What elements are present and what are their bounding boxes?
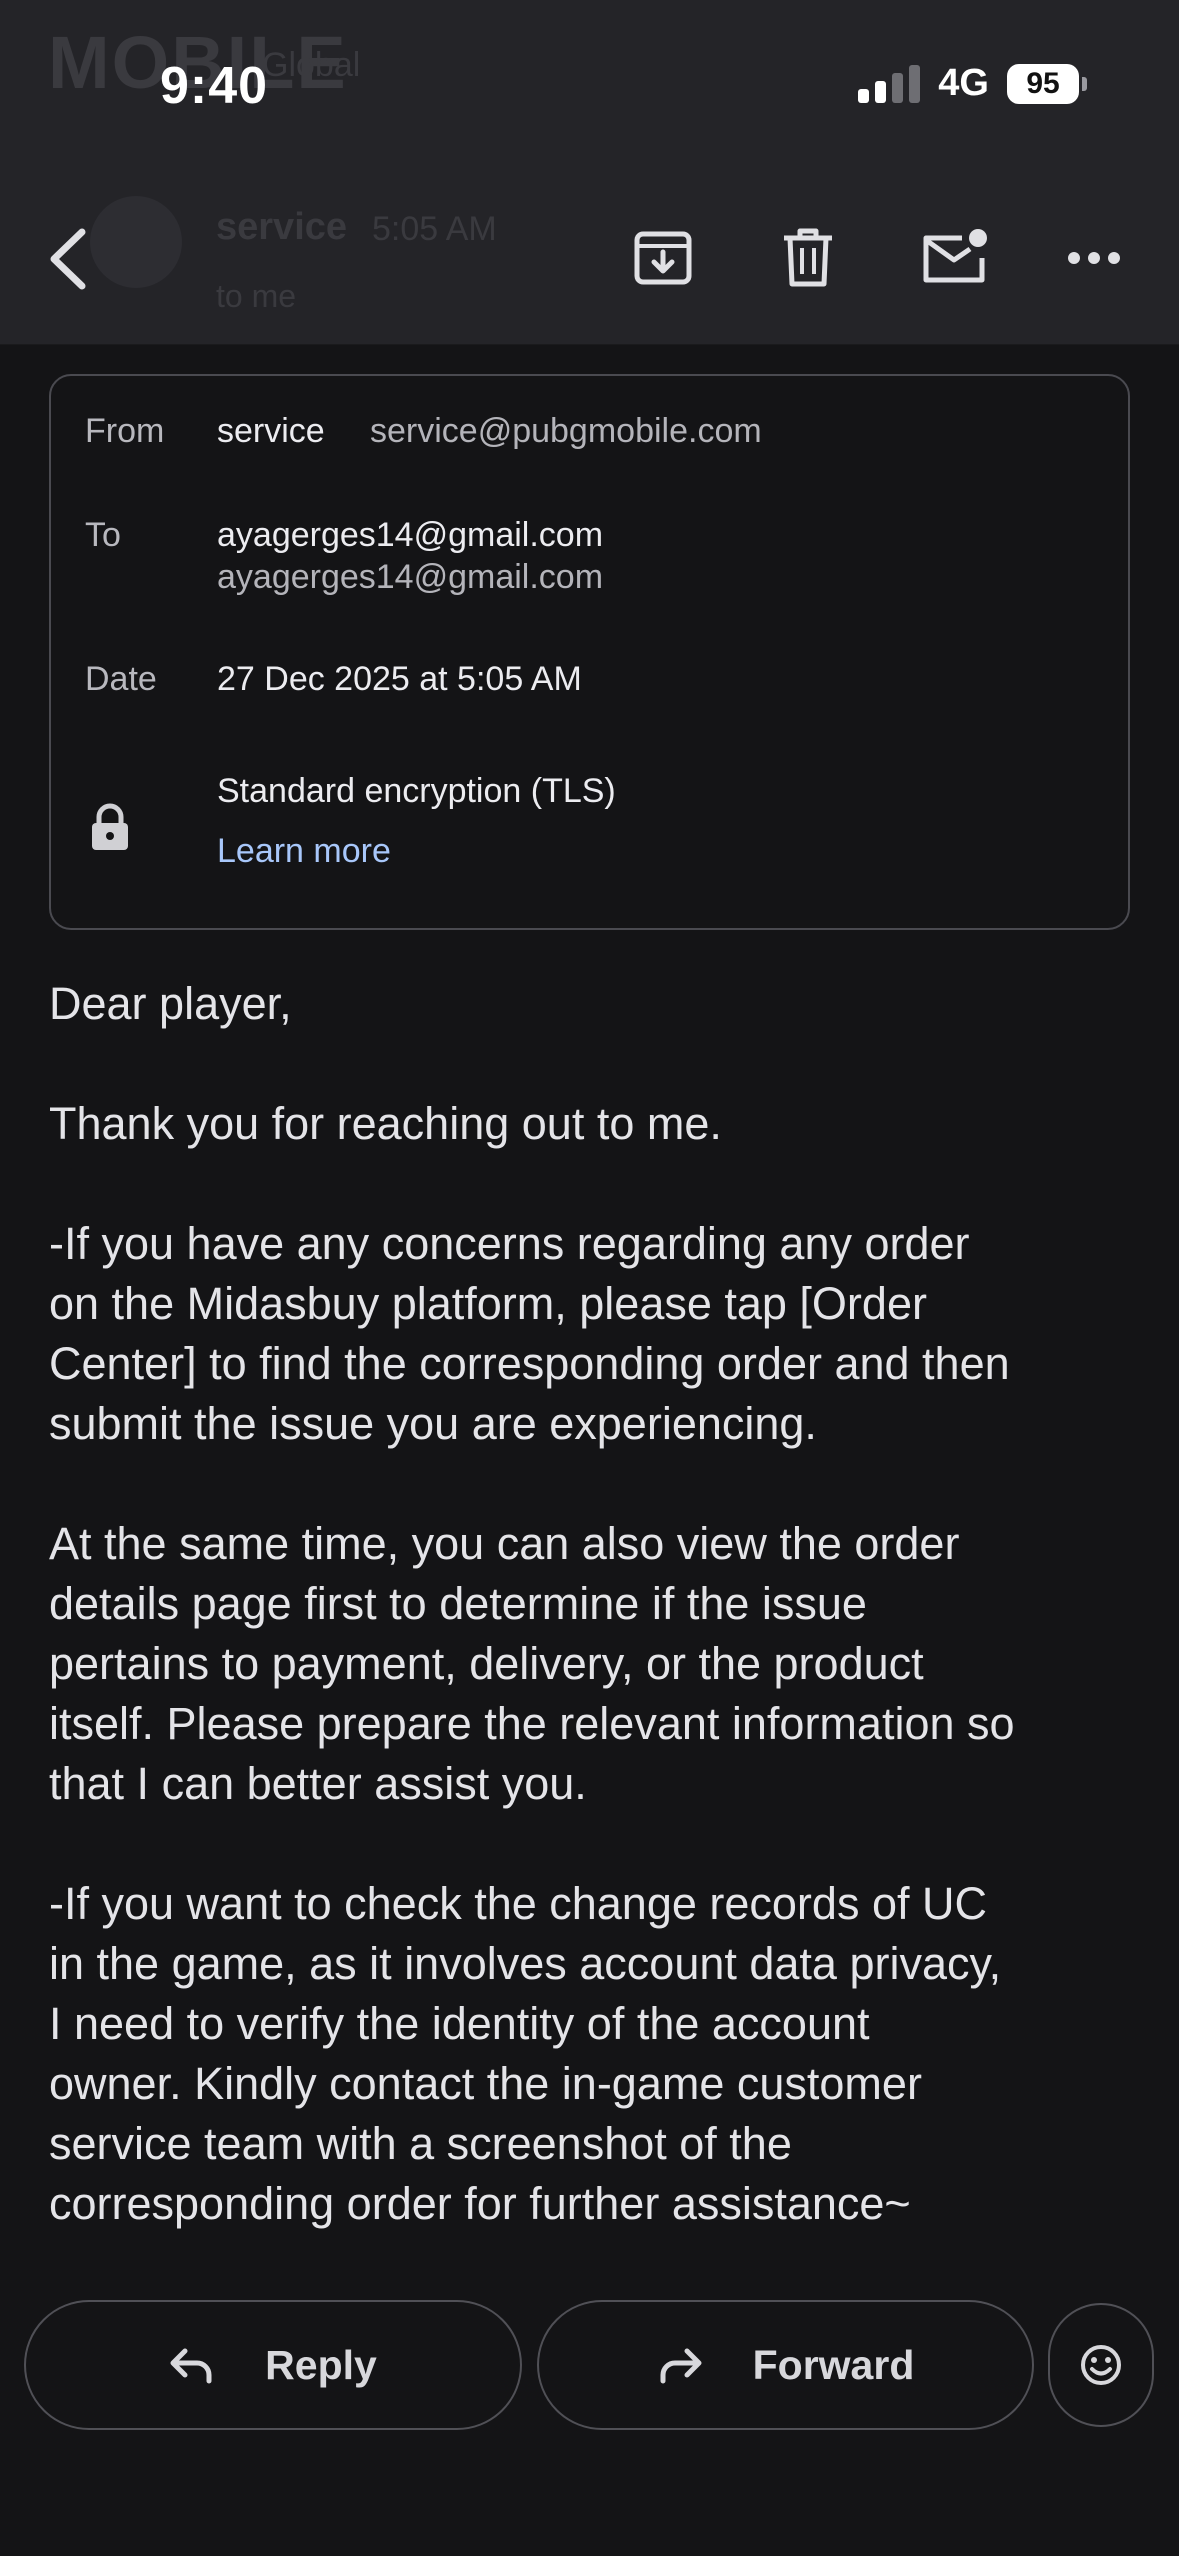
archive-icon[interactable]: [630, 224, 696, 290]
background-time: 5:05 AM: [372, 210, 497, 248]
to-label: To: [85, 516, 121, 554]
date-label: Date: [85, 660, 157, 698]
from-label: From: [85, 412, 165, 450]
delete-icon[interactable]: [778, 224, 838, 290]
lock-icon: [92, 803, 128, 850]
emoji-reaction-button[interactable]: [1048, 2303, 1154, 2427]
body-paragraph: At the same time, you can also view the …: [49, 1518, 1015, 1809]
to-recipient[interactable]: ayagerges14@gmail.com: [217, 516, 603, 555]
forward-label: Forward: [752, 2341, 915, 2388]
body-paragraph: Thank you for reaching out to me.: [49, 1098, 722, 1149]
forward-button[interactable]: Forward: [537, 2300, 1034, 2430]
message-details-card: From service service@pubgmobile.com To a…: [49, 374, 1130, 930]
network-type: 4G: [938, 62, 989, 104]
from-name: service: [217, 412, 325, 450]
mark-unread-icon[interactable]: [918, 224, 990, 290]
sender-avatar: [90, 196, 182, 288]
status-indicators: 4G 95: [858, 62, 1087, 105]
reply-button[interactable]: Reply: [24, 2300, 522, 2430]
signal-icon: [858, 64, 921, 103]
battery-icon: 95: [1007, 63, 1087, 104]
encryption-text: Standard encryption (TLS): [217, 772, 616, 810]
background-sender: service: [216, 206, 348, 248]
background-to-me: to me: [216, 278, 297, 314]
emoji-icon: [1081, 2345, 1121, 2385]
more-icon[interactable]: [1066, 250, 1122, 266]
to-recipient-email: ayagerges14@gmail.com: [217, 558, 604, 596]
body-paragraph: -If you have any concerns regarding any …: [49, 1218, 1010, 1449]
battery-level: 95: [1007, 63, 1079, 104]
forward-icon: [660, 2348, 702, 2384]
background-logo-sub: Global: [262, 46, 361, 84]
body-paragraph: Dear player,: [49, 978, 292, 1029]
back-icon[interactable]: [44, 226, 94, 292]
body-paragraph: -If you want to check the change records…: [49, 1878, 1002, 2229]
learn-more-link[interactable]: Learn more: [217, 832, 391, 871]
email-body: Dear player, Thank you for reaching out …: [49, 974, 1149, 2294]
reply-label: Reply: [265, 2341, 377, 2388]
date-value: 27 Dec 2025 at 5:05 AM: [217, 660, 582, 698]
app-header: MOBILE Global service 5:05 AM to me 9:40…: [0, 0, 1179, 345]
reply-icon: [170, 2348, 212, 2384]
from-email[interactable]: service@pubgmobile.com: [370, 412, 762, 451]
status-time: 9:40: [160, 57, 269, 115]
